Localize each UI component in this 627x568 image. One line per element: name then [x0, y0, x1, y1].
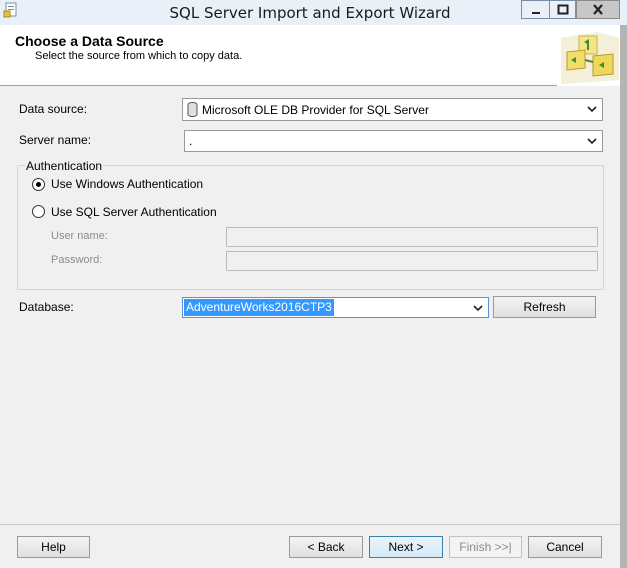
database-icon — [187, 102, 198, 117]
data-source-label: Data source: — [19, 102, 88, 116]
database-value: AdventureWorks2016CTP3 — [184, 299, 334, 316]
server-name-dropdown[interactable]: . — [184, 130, 603, 152]
back-button[interactable]: < Back — [289, 536, 363, 558]
chevron-down-icon — [473, 305, 483, 312]
chevron-down-icon — [587, 106, 597, 113]
maximize-icon — [557, 4, 568, 15]
password-label: Password: — [51, 254, 103, 266]
password-input[interactable] — [226, 251, 598, 271]
close-icon — [593, 4, 603, 15]
import-export-wizard-window: SQL Server Import and Export Wizard Choo… — [0, 0, 627, 568]
minimize-icon — [531, 11, 540, 14]
window-edge — [620, 25, 627, 568]
close-button[interactable] — [576, 0, 620, 19]
authentication-group-title: Authentication — [25, 159, 104, 173]
server-name-value: . — [189, 134, 193, 148]
server-name-label: Server name: — [19, 133, 92, 147]
windows-auth-label[interactable]: Use Windows Authentication — [51, 177, 203, 191]
finish-button[interactable]: Finish >>| — [449, 536, 522, 558]
page-subtitle: Select the source from which to copy dat… — [35, 50, 243, 62]
data-source-dropdown[interactable]: Microsoft OLE DB Provider for SQL Server — [182, 98, 603, 121]
chevron-down-icon — [587, 138, 597, 145]
maximize-button[interactable] — [549, 0, 576, 19]
data-source-value: Microsoft OLE DB Provider for SQL Server — [202, 103, 429, 117]
user-name-input[interactable] — [226, 227, 598, 247]
sql-auth-radio[interactable] — [32, 205, 45, 218]
sql-auth-label[interactable]: Use SQL Server Authentication — [51, 205, 217, 219]
data-source-wizard-icon — [557, 30, 623, 86]
refresh-button[interactable]: Refresh — [493, 296, 596, 318]
windows-auth-radio[interactable] — [32, 178, 45, 191]
user-name-label: User name: — [51, 230, 108, 242]
next-button[interactable]: Next > — [369, 536, 443, 558]
help-button[interactable]: Help — [17, 536, 90, 558]
minimize-button[interactable] — [521, 0, 549, 19]
page-title: Choose a Data Source — [15, 33, 164, 49]
cancel-button[interactable]: Cancel — [528, 536, 602, 558]
database-dropdown[interactable]: AdventureWorks2016CTP3 — [182, 297, 489, 318]
title-bar: SQL Server Import and Export Wizard — [0, 0, 627, 25]
database-label: Database: — [19, 300, 74, 314]
wizard-header: Choose a Data Source Select the source f… — [0, 25, 627, 86]
footer-divider — [0, 524, 627, 525]
